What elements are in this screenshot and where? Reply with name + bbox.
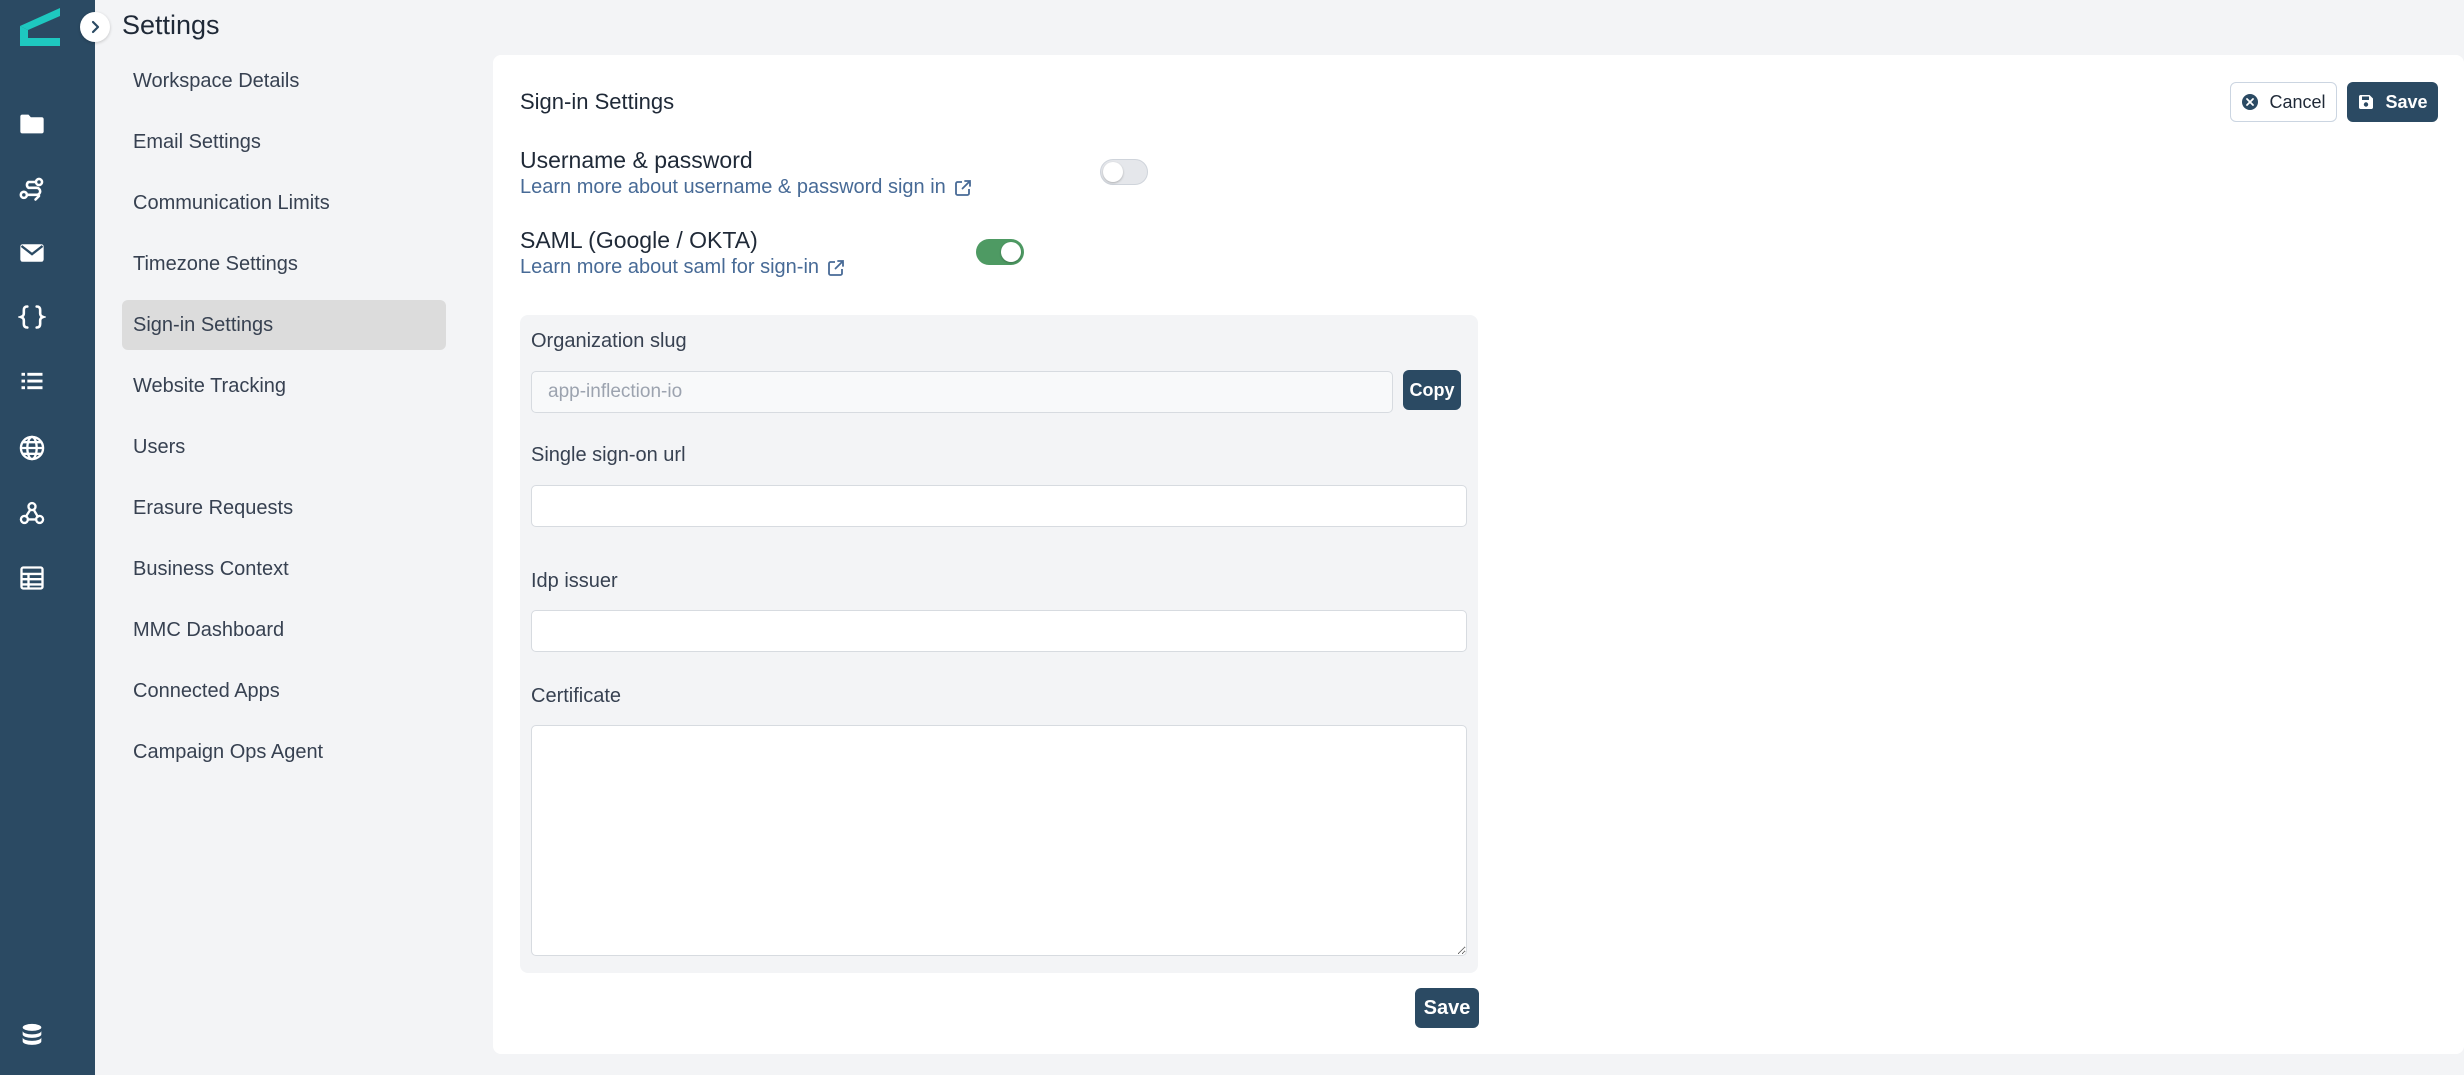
username-password-learn-more-link[interactable]: Learn more about username & password sig… [520,176,972,199]
settings-nav-item-mmc-dashboard[interactable]: MMC Dashboard [122,605,446,655]
mail-icon[interactable] [15,236,49,270]
database-icon[interactable] [15,1018,49,1052]
settings-nav-item-users[interactable]: Users [122,422,446,472]
settings-nav-item-communication-limits[interactable]: Communication Limits [122,178,446,228]
globe-icon[interactable] [15,431,49,465]
username-password-learn-more-text: Learn more about username & password sig… [520,176,946,198]
settings-nav-item-erasure-requests[interactable]: Erasure Requests [122,483,446,533]
external-link-icon [828,259,844,276]
certificate-label: Certificate [531,685,622,707]
idp-issuer-input[interactable] [531,610,1467,652]
table-icon[interactable] [15,561,49,595]
settings-nav-item-campaign-ops-agent[interactable]: Campaign Ops Agent [122,727,446,777]
saml-config-form: Organization slug Copy Single sign-on ur… [520,315,1478,973]
copy-button[interactable]: Copy [1403,370,1461,410]
toggle-knob [1001,242,1021,262]
sso-url-input[interactable] [531,485,1467,527]
left-rail [0,0,95,1075]
folder-icon[interactable] [15,107,49,141]
username-password-toggle[interactable] [1100,159,1148,185]
expand-sidebar-button[interactable] [80,12,110,42]
page-title: Settings [122,10,220,40]
settings-nav-item-website-tracking[interactable]: Website Tracking [122,361,446,411]
certificate-textarea[interactable] [531,725,1467,956]
chevron-right-icon [91,20,100,34]
external-link-icon [954,179,971,196]
sign-in-settings-panel: Sign-in Settings Cancel Save Username & … [493,55,2464,1054]
saml-learn-more-text: Learn more about saml for sign-in [520,256,820,278]
settings-nav-item-timezone-settings[interactable]: Timezone Settings [122,239,446,289]
settings-nav-item-sign-in-settings[interactable]: Sign-in Settings [122,300,446,350]
panel-title: Sign-in Settings [520,89,675,114]
organization-slug-input[interactable] [531,371,1393,413]
settings-nav-item-email-settings[interactable]: Email Settings [122,117,446,167]
idp-issuer-label: Idp issuer [531,570,618,592]
settings-nav-item-connected-apps[interactable]: Connected Apps [122,666,446,716]
brand-logo[interactable] [20,8,60,46]
code-braces-icon[interactable] [15,300,49,334]
cancel-button-label: Cancel [2269,91,2326,112]
save-disk-icon [2359,95,2374,109]
settings-nav-item-workspace-details[interactable]: Workspace Details [122,56,446,106]
journey-icon[interactable] [15,172,49,206]
sso-url-label: Single sign-on url [531,444,686,466]
list-icon[interactable] [15,364,49,398]
saml-save-button[interactable]: Save [1415,988,1479,1028]
settings-nav: Workspace Details Email Settings Communi… [122,56,446,788]
saml-toggle[interactable] [976,239,1024,265]
username-password-label: Username & password [520,147,753,173]
saml-learn-more-link[interactable]: Learn more about saml for sign-in [520,256,845,279]
settings-nav-item-business-context[interactable]: Business Context [122,544,446,594]
toggle-knob [1103,162,1123,182]
webhook-icon[interactable] [15,496,49,530]
organization-slug-label: Organization slug [531,330,687,352]
cancel-button[interactable]: Cancel [2230,82,2337,122]
save-button-label: Save [2385,91,2428,112]
saml-label: SAML (Google / OKTA) [520,227,758,253]
save-button[interactable]: Save [2347,82,2438,122]
cancel-circle-icon [2242,94,2259,110]
